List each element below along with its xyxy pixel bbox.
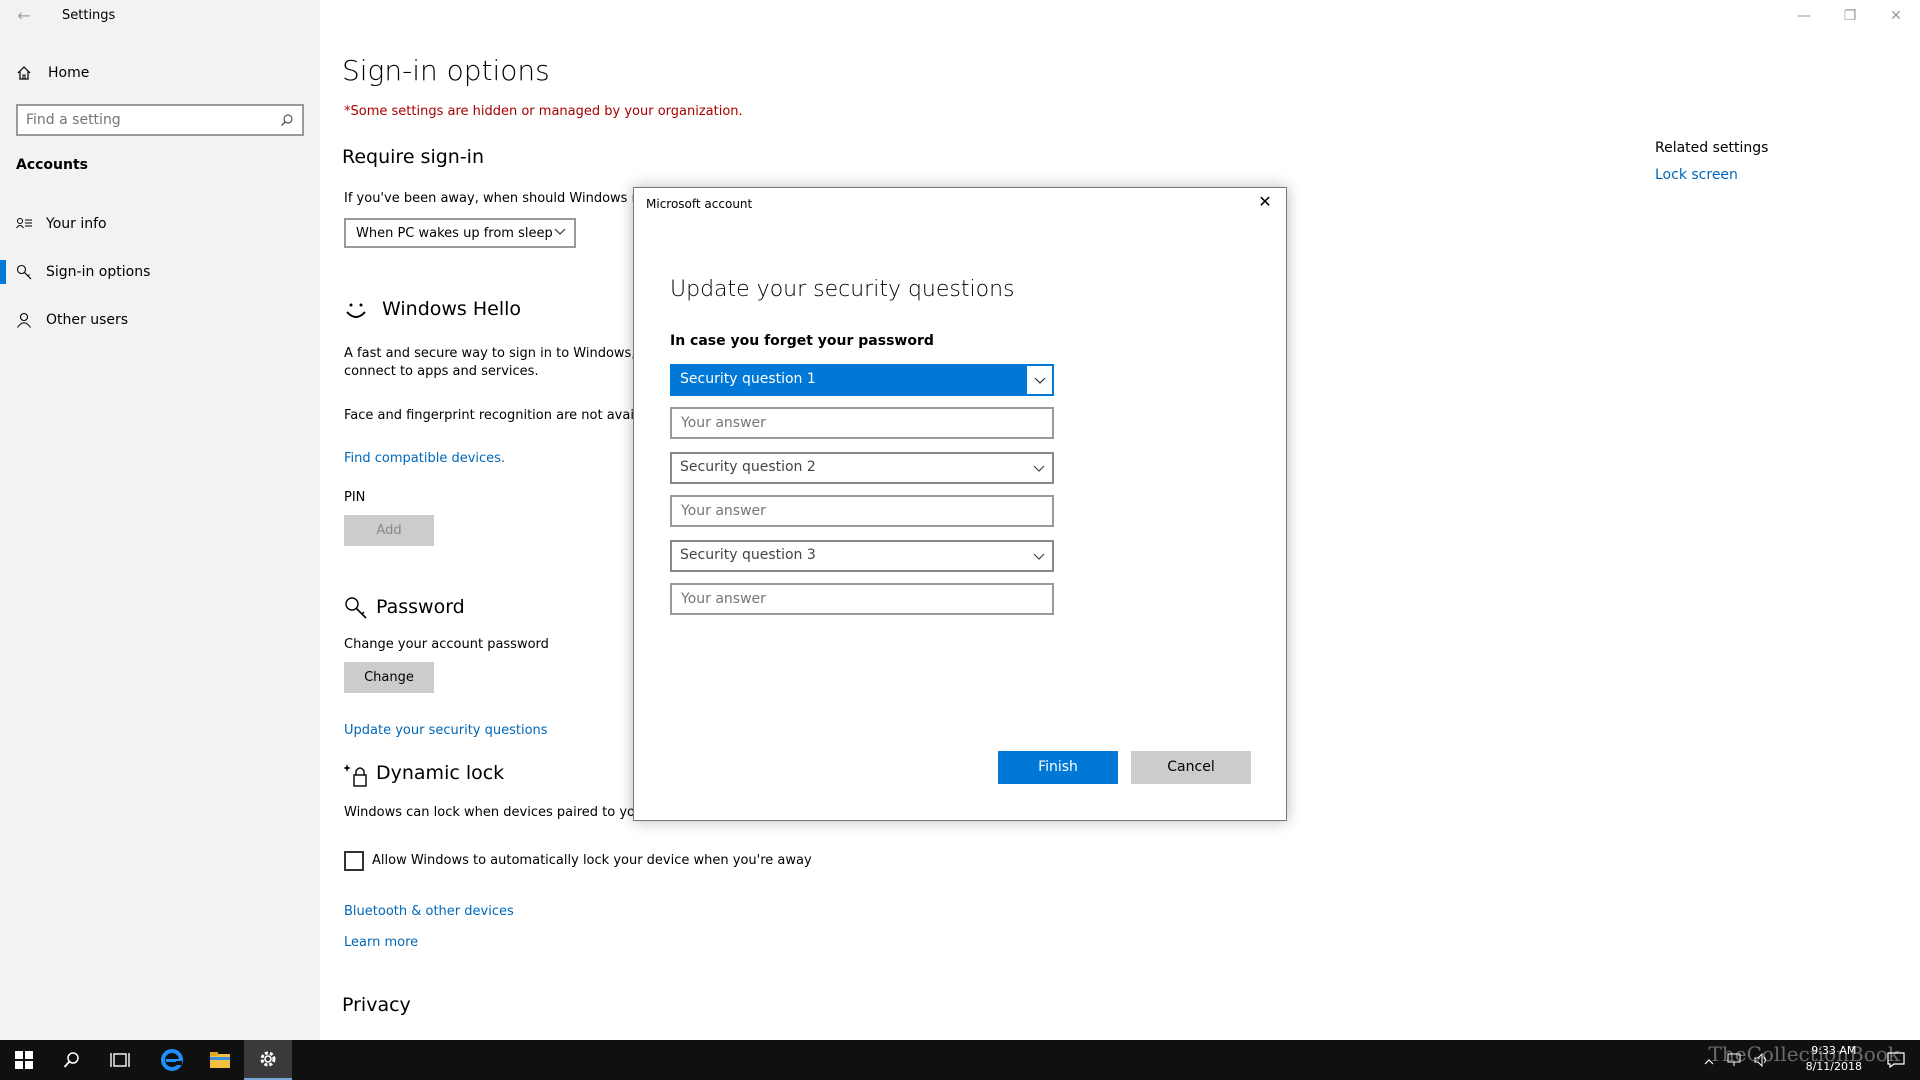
chevron-down-icon xyxy=(1026,366,1052,394)
security-question-2-dropdown[interactable]: Security question 2 xyxy=(670,452,1054,484)
require-signin-description: If you've been away, when should Windows… xyxy=(344,191,652,206)
section-accounts: Accounts xyxy=(16,157,89,173)
page-title: Sign-in options xyxy=(342,54,550,87)
dynamic-lock-heading: Dynamic lock xyxy=(376,762,505,784)
app-title: Settings xyxy=(62,8,116,23)
watermark: TheCollectionBook xyxy=(1708,1042,1900,1066)
sidebar-item-label: Sign-in options xyxy=(46,264,151,280)
taskbar-settings-button[interactable] xyxy=(244,1040,292,1080)
find-compatible-devices-link[interactable]: Find compatible devices. xyxy=(344,451,505,466)
gear-icon xyxy=(260,1051,276,1067)
require-signin-heading: Require sign-in xyxy=(342,146,484,168)
sidebar-item-label: Other users xyxy=(46,312,129,328)
recognition-availability: Face and fingerprint recognition are not… xyxy=(344,408,654,423)
search-icon[interactable] xyxy=(280,112,294,131)
password-description: Change your account password xyxy=(344,637,549,652)
dropdown-value: Security question 2 xyxy=(680,459,816,475)
answer-3-field[interactable] xyxy=(670,583,1054,615)
search-icon xyxy=(63,1052,79,1068)
windows-hello-heading: Windows Hello xyxy=(382,298,522,320)
dropdown-value: Security question 1 xyxy=(680,371,816,387)
nav-home-label: Home xyxy=(48,65,90,81)
answer-2-field[interactable] xyxy=(670,495,1054,527)
sidebar: Home Accounts Your info Sign-in options … xyxy=(0,0,320,1040)
search-box[interactable] xyxy=(16,104,304,136)
require-signin-dropdown[interactable]: When PC wakes up from sleep xyxy=(344,218,576,248)
task-view-icon xyxy=(110,1053,130,1067)
sidebar-item-sign-in-options[interactable]: Sign-in options xyxy=(0,252,320,292)
chevron-down-icon xyxy=(1026,454,1052,482)
sidebar-item-your-info[interactable]: Your info xyxy=(0,204,320,244)
search-input[interactable] xyxy=(18,106,268,134)
home-icon xyxy=(16,65,32,81)
smiley-icon xyxy=(344,298,368,326)
key-icon xyxy=(16,264,32,280)
windows-hello-description: A fast and secure way to sign in to Wind… xyxy=(344,346,653,361)
folder-icon xyxy=(210,1052,230,1068)
chevron-down-icon xyxy=(554,225,566,241)
security-question-1-dropdown[interactable]: Security question 1 xyxy=(670,364,1054,396)
dialog-title: Microsoft account xyxy=(646,197,753,211)
dynamic-lock-icon xyxy=(343,762,370,792)
pin-add-button[interactable]: Add xyxy=(344,515,434,546)
nav-home[interactable]: Home xyxy=(16,62,89,84)
password-heading: Password xyxy=(376,596,465,618)
managed-notice: *Some settings are hidden or managed by … xyxy=(344,104,743,119)
back-arrow-icon[interactable]: ← xyxy=(10,4,38,28)
close-icon: ✕ xyxy=(1258,192,1272,211)
dialog-subheading: In case you forget your password xyxy=(670,333,934,349)
taskbar-file-explorer-button[interactable] xyxy=(196,1040,244,1080)
chevron-down-icon xyxy=(1026,542,1052,570)
taskbar-search-button[interactable] xyxy=(48,1040,96,1080)
internet-explorer-icon xyxy=(161,1049,183,1071)
sidebar-item-other-users[interactable]: Other users xyxy=(0,300,320,340)
answer-1-input[interactable] xyxy=(672,409,1052,437)
dialog-close-button[interactable]: ✕ xyxy=(1250,192,1280,216)
taskbar-edge-button[interactable] xyxy=(148,1040,196,1080)
dynamic-lock-checkbox-label[interactable]: Allow Windows to automatically lock your… xyxy=(372,853,812,868)
security-question-3-dropdown[interactable]: Security question 3 xyxy=(670,540,1054,572)
pin-label: PIN xyxy=(344,490,366,505)
answer-2-input[interactable] xyxy=(672,497,1052,525)
dynamic-lock-checkbox[interactable] xyxy=(344,851,364,871)
privacy-heading: Privacy xyxy=(342,994,411,1016)
dropdown-value: When PC wakes up from sleep xyxy=(356,226,553,241)
start-button[interactable] xyxy=(0,1040,48,1080)
dynamic-lock-description: Windows can lock when devices paired to … xyxy=(344,805,649,820)
bluetooth-devices-link[interactable]: Bluetooth & other devices xyxy=(344,904,514,919)
task-view-button[interactable] xyxy=(96,1040,144,1080)
windows-logo-icon xyxy=(15,1051,33,1069)
person-card-icon xyxy=(16,217,32,231)
finish-button[interactable]: Finish xyxy=(998,751,1118,784)
change-password-button[interactable]: Change xyxy=(344,662,434,693)
sidebar-item-label: Your info xyxy=(46,216,107,232)
windows-hello-description-2: connect to apps and services. xyxy=(344,364,539,379)
dropdown-value: Security question 3 xyxy=(680,547,816,563)
lock-screen-link[interactable]: Lock screen xyxy=(1655,167,1738,183)
answer-3-input[interactable] xyxy=(672,585,1052,613)
dialog-heading: Update your security questions xyxy=(670,277,1015,302)
cancel-button[interactable]: Cancel xyxy=(1131,751,1251,784)
taskbar: 9:33 AM 8/11/2018 xyxy=(0,1040,1920,1080)
answer-1-field[interactable] xyxy=(670,407,1054,439)
key-icon xyxy=(344,596,368,624)
update-security-questions-link[interactable]: Update your security questions xyxy=(344,723,548,738)
person-icon xyxy=(16,312,32,328)
learn-more-link[interactable]: Learn more xyxy=(344,935,418,950)
microsoft-account-dialog: Microsoft account ✕ Update your security… xyxy=(633,187,1287,821)
related-settings-title: Related settings xyxy=(1655,140,1769,156)
